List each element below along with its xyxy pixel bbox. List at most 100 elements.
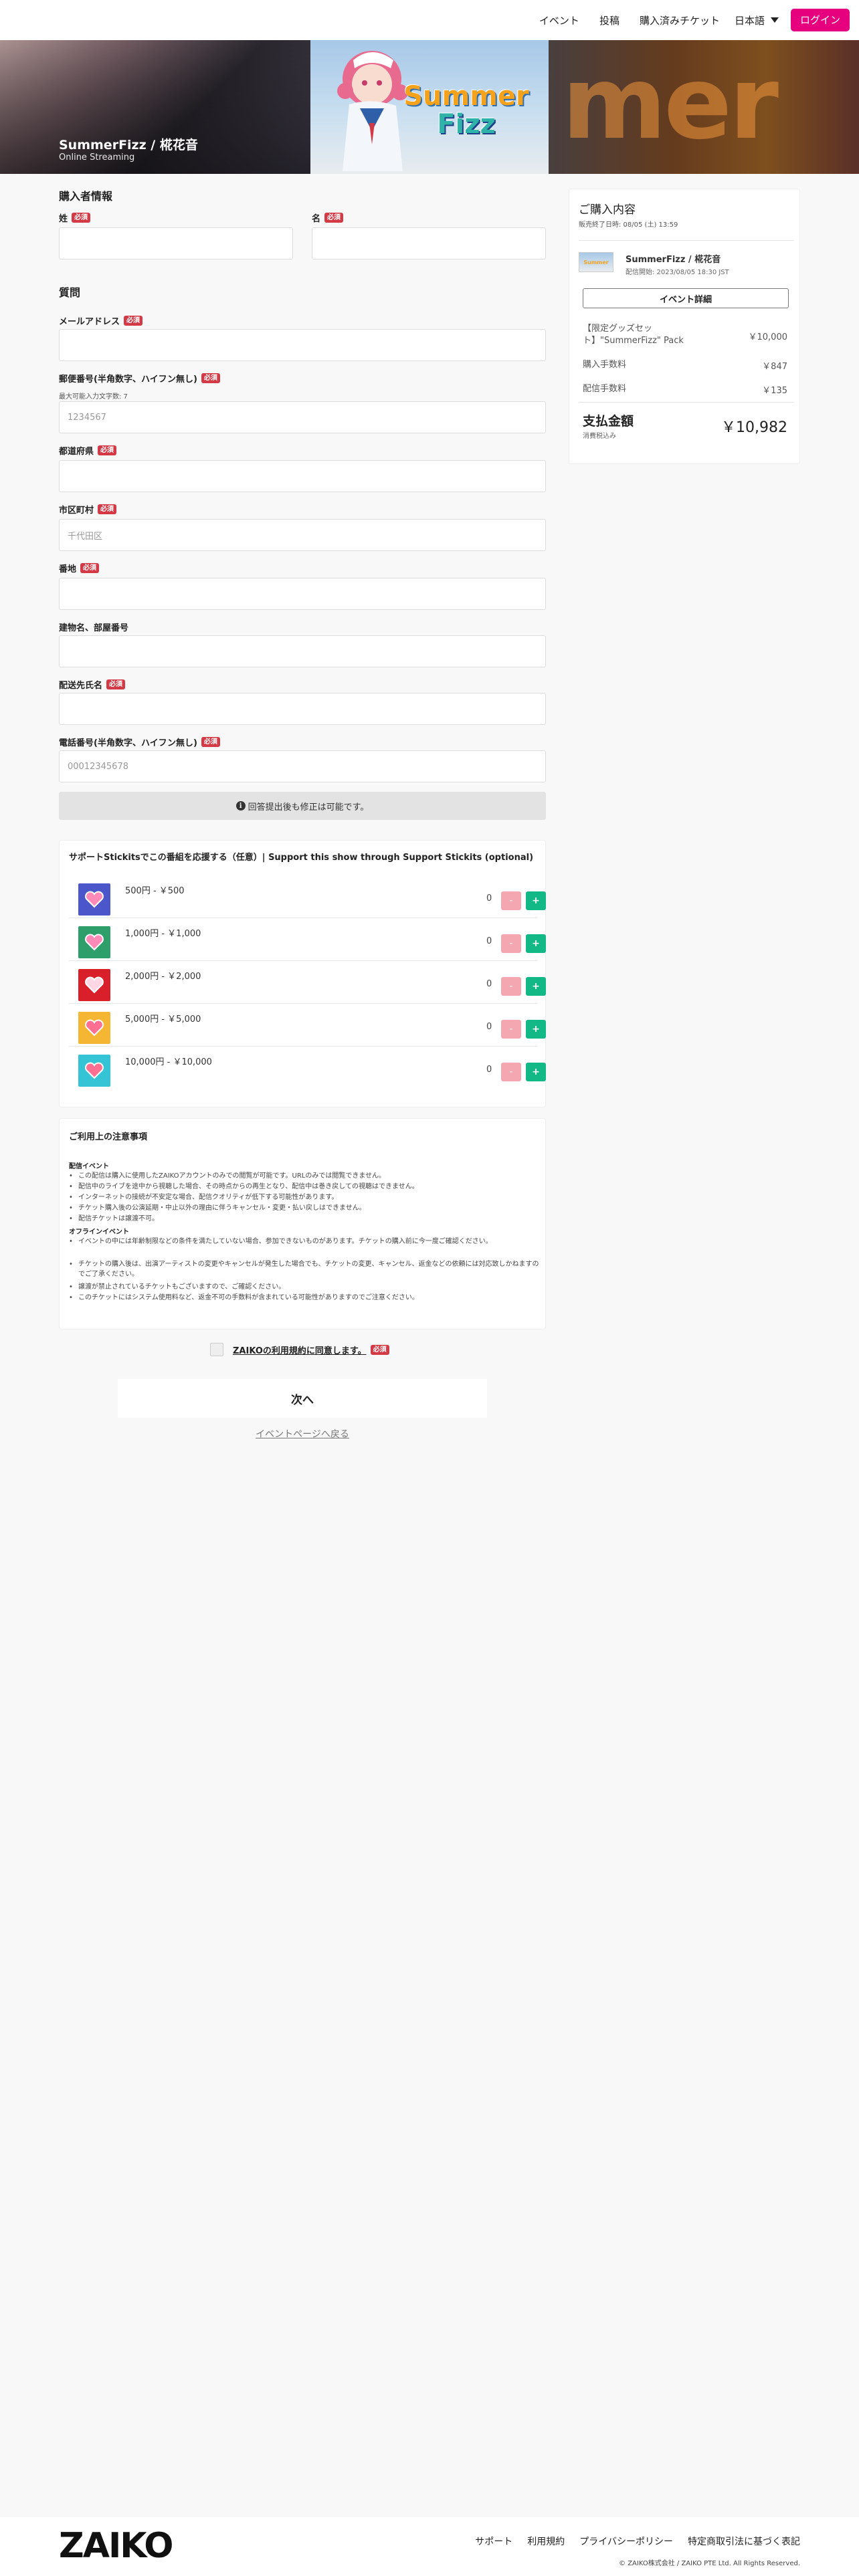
phone-label-text: 電話番号(半角数字、ハイフン無し)	[59, 738, 197, 748]
building-label-text: 建物名、部屋番号	[59, 623, 129, 633]
recipient-input[interactable]	[59, 693, 546, 725]
tax-note: 消費税込み	[583, 433, 616, 440]
site-footer: ZAIKO サポート 利用規約 プライバシーポリシー 特定商取引法に基づく表記 …	[0, 2517, 859, 2576]
footer-link-privacy[interactable]: プライバシーポリシー	[579, 2535, 673, 2548]
terms-item: 配信チケットは譲渡不可。	[69, 1214, 540, 1224]
heart-hand-icon	[85, 1019, 104, 1037]
stickit-label: 10,000円 - ￥10,000	[125, 1057, 212, 1067]
address-label-text: 番地	[59, 564, 77, 574]
prefecture-input[interactable]	[59, 460, 546, 492]
stickit-label: 500円 - ￥500	[125, 886, 185, 896]
event-title: SummerFizz / 椛花音	[59, 138, 198, 152]
nav-posts[interactable]: 投稿	[599, 13, 619, 27]
item-price: ￥10,000	[748, 332, 788, 342]
questions-section-title: 質問	[59, 286, 81, 299]
event-key-visual: Summer Fizz	[310, 40, 549, 174]
required-badge: 必須	[80, 563, 100, 573]
item-name-line-1: 【限定グッズセッ	[583, 324, 653, 334]
required-badge: 必須	[106, 679, 126, 689]
event-details-button[interactable]: イベント詳細	[583, 288, 789, 308]
recipient-label-text: 配送先氏名	[59, 681, 103, 691]
stickit-row: 10,000円 - ￥10,000 0 - +	[69, 1048, 546, 1089]
offline-heading: オフラインイベント	[69, 1228, 129, 1236]
city-input[interactable]: 千代田区	[59, 519, 546, 551]
decrease-button[interactable]: -	[501, 891, 521, 910]
email-input[interactable]	[59, 329, 546, 361]
terms-item: この配信は購入に使用したZAIKOアカウントのみでの閲覧が可能です。URLのみで…	[69, 1171, 540, 1181]
streaming-fee-label: 配信手数料	[583, 384, 627, 394]
last-name-label-text: 姓	[59, 214, 68, 224]
increase-button[interactable]: +	[526, 1020, 546, 1039]
divider	[579, 402, 794, 403]
footer-link-support[interactable]: サポート	[475, 2535, 512, 2548]
address-input[interactable]	[59, 578, 546, 610]
heart-hand-icon	[85, 891, 104, 908]
last-name-input[interactable]	[59, 227, 293, 259]
total-amount: ￥10,982	[721, 419, 787, 436]
item-name-line-2: ト】"SummerFizz" Pack	[583, 336, 684, 346]
footer-link-terms[interactable]: 利用規約	[527, 2535, 565, 2548]
heart-hand-icon	[85, 934, 104, 951]
agree-checkbox[interactable]	[210, 1343, 223, 1356]
required-badge: 必須	[201, 373, 220, 383]
top-header: イベント 投稿 購入済みチケット 日本語 ログイン	[0, 0, 859, 40]
key-visual-title-line-1: Summer	[403, 81, 529, 112]
stickit-count: 0	[486, 979, 492, 989]
stickit-thumbnail	[78, 1012, 110, 1044]
edit-notice-text: 回答提出後も修正は可能です。	[248, 802, 369, 813]
stickit-count: 0	[486, 1065, 492, 1075]
terms-item: このチケットにはシステム使用料など、返金不可の手数料が含まれている可能性がありま…	[69, 1293, 540, 1303]
required-badge: 必須	[201, 737, 220, 747]
back-to-event-link: イベントページへ戻る	[0, 1427, 605, 1440]
terms-item: 配信中のライブを途中から視聴した場合、その時点からの再生となり、配信中は巻き戻し…	[69, 1182, 540, 1192]
decrease-button[interactable]: -	[501, 977, 521, 996]
edit-notice: i 回答提出後も修正は可能です。	[59, 792, 546, 820]
required-badge: 必須	[124, 316, 143, 326]
hero-background-left	[0, 40, 310, 174]
postal-code-input[interactable]: 1234567	[59, 401, 546, 433]
streaming-fee-price: ￥135	[762, 386, 787, 396]
terms-title: ご利用上の注意事項	[69, 1132, 148, 1142]
phone-label: 電話番号(半角数字、ハイフン無し) 必須	[59, 736, 220, 748]
phone-input[interactable]: 00012345678	[59, 750, 546, 782]
building-input[interactable]	[59, 635, 546, 667]
login-button[interactable]: ログイン	[790, 9, 850, 31]
increase-button[interactable]: +	[526, 977, 546, 996]
heart-hand-icon	[85, 1062, 104, 1079]
support-stickits-title: サポートStickitsでこの番組を応援する（任意）| Support this…	[69, 853, 534, 863]
back-to-event-link-text[interactable]: イベントページへ戻る	[256, 1429, 349, 1440]
first-name-input[interactable]	[312, 227, 546, 259]
sales-deadline: 販売終了日時: 08/05 (土) 13:59	[579, 221, 678, 229]
required-badge: 必須	[98, 504, 117, 514]
increase-button[interactable]: +	[526, 891, 546, 910]
copyright: © ZAIKO株式会社 / ZAIKO PTE Ltd. All Rights …	[619, 2560, 800, 2567]
terms-item: チケット購入後の公演延期・中止以外の理由に伴うキャンセル・変更・払い戻しはできま…	[69, 1203, 540, 1213]
next-button[interactable]: 次へ	[118, 1379, 487, 1418]
first-name-label: 名 必須	[312, 211, 344, 224]
nav-events[interactable]: イベント	[539, 13, 579, 27]
terms-link[interactable]: ZAIKOの利用規約に同意します。	[233, 1344, 367, 1356]
fee-label: 購入手数料	[583, 360, 627, 370]
key-visual-title: Summer Fizz	[389, 83, 543, 138]
city-label: 市区町村 必須	[59, 503, 117, 516]
stickit-thumbnail	[78, 883, 110, 916]
increase-button[interactable]: +	[526, 1063, 546, 1081]
decrease-button[interactable]: -	[501, 1020, 521, 1039]
nav-purchased-tickets[interactable]: 購入済みチケット	[640, 13, 720, 27]
stickit-count: 0	[486, 1022, 492, 1032]
stickit-label: 5,000円 - ￥5,000	[125, 1014, 201, 1025]
stickit-row: 1,000円 - ￥1,000 0 - +	[69, 920, 546, 961]
total-label: 支払金額	[583, 414, 634, 429]
decrease-button[interactable]: -	[501, 1063, 521, 1081]
terms-item: インターネットの接続が不安定な場合、配信クオリティが低下する可能性があります。	[69, 1192, 540, 1202]
item-name: 【限定グッズセッ ト】"SummerFizz" Pack	[583, 323, 684, 347]
terms-item: チケットの購入後は、出演アーティストの変更やキャンセルが発生した場合でも、チケッ…	[69, 1259, 540, 1279]
decrease-button[interactable]: -	[501, 934, 521, 953]
footer-link-commerce-law[interactable]: 特定商取引法に基づく表記	[688, 2535, 800, 2548]
language-selector[interactable]: 日本語	[735, 13, 779, 27]
zaiko-logo[interactable]: ZAIKO	[59, 2528, 173, 2564]
required-badge: 必須	[72, 213, 91, 223]
increase-button[interactable]: +	[526, 934, 546, 953]
required-badge: 必須	[324, 213, 344, 223]
stickit-count: 0	[486, 936, 492, 946]
